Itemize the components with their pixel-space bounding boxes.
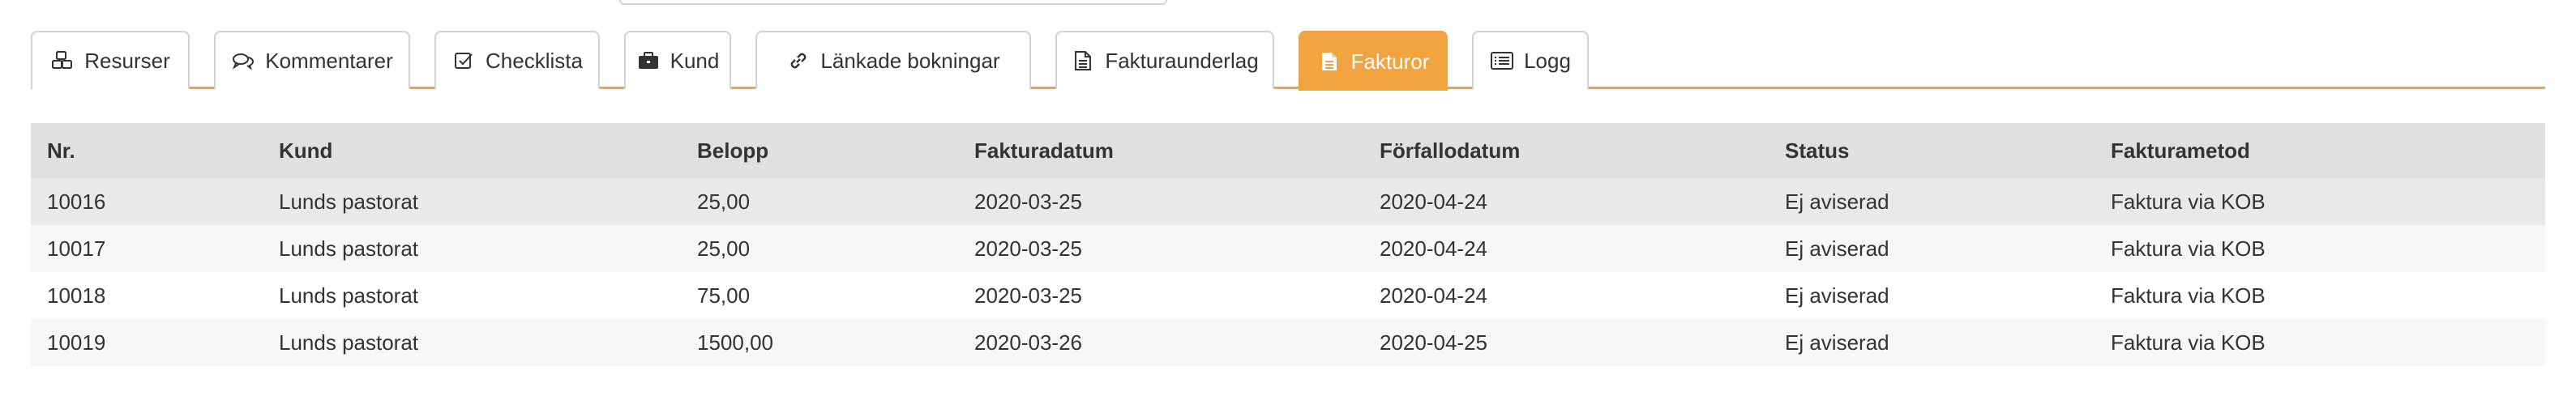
- checkbox-icon: [451, 49, 476, 73]
- cell-fakturametod: Faktura via KOB: [2111, 189, 2266, 214]
- cubes-icon: [50, 49, 75, 73]
- invoices-table: Nr. Kund Belopp Fakturadatum Förfallodat…: [31, 123, 2545, 366]
- list-icon: [1490, 49, 1514, 73]
- tab-label: Fakturaunderlag: [1105, 48, 1259, 73]
- tab-label: Fakturor: [1350, 49, 1430, 74]
- tab-kund[interactable]: Kund: [624, 31, 731, 89]
- document-filled-icon: [1317, 49, 1341, 74]
- tab-label: Kommentarer: [265, 48, 393, 73]
- cell-fakturadatum: 2020-03-25: [974, 236, 1082, 261]
- cell-kund: Lunds pastorat: [279, 189, 419, 214]
- column-header-nr[interactable]: Nr.: [47, 123, 75, 178]
- cell-fakturametod: Faktura via KOB: [2111, 283, 2266, 308]
- cell-kund: Lunds pastorat: [279, 236, 419, 261]
- document-icon: [1071, 49, 1095, 73]
- tab-lankade-bokningar[interactable]: Länkade bokningar: [755, 31, 1031, 89]
- table-row[interactable]: 10016 Lunds pastorat 25,00 2020-03-25 20…: [31, 178, 2545, 225]
- cell-nr: 10017: [47, 236, 106, 261]
- tab-label: Resurser: [84, 48, 170, 73]
- cell-fakturadatum: 2020-03-25: [974, 189, 1082, 214]
- cell-kund: Lunds pastorat: [279, 330, 419, 355]
- cell-status: Ej aviserad: [1785, 330, 1889, 355]
- column-header-kund[interactable]: Kund: [279, 123, 332, 178]
- cell-fakturametod: Faktura via KOB: [2111, 330, 2266, 355]
- column-header-status[interactable]: Status: [1785, 123, 1849, 178]
- comments-icon: [231, 49, 255, 73]
- cell-forfallodatum: 2020-04-24: [1380, 189, 1487, 214]
- cell-forfallodatum: 2020-04-25: [1380, 330, 1487, 355]
- tab-label: Länkade bokningar: [820, 48, 1000, 73]
- cell-nr: 10019: [47, 330, 106, 355]
- cell-forfallodatum: 2020-04-24: [1380, 283, 1487, 308]
- column-header-forfallodatum[interactable]: Förfallodatum: [1380, 123, 1520, 178]
- tab-fakturor[interactable]: Fakturor: [1299, 31, 1448, 91]
- table-row[interactable]: 10017 Lunds pastorat 25,00 2020-03-25 20…: [31, 225, 2545, 272]
- table-row[interactable]: 10019 Lunds pastorat 1500,00 2020-03-26 …: [31, 319, 2545, 366]
- cell-belopp: 75,00: [697, 283, 751, 308]
- link-icon: [786, 49, 811, 73]
- cell-kund: Lunds pastorat: [279, 283, 419, 308]
- column-header-fakturametod[interactable]: Fakturametod: [2111, 123, 2250, 178]
- cell-forfallodatum: 2020-04-24: [1380, 236, 1487, 261]
- cell-nr: 10018: [47, 283, 106, 308]
- table-row[interactable]: 10018 Lunds pastorat 75,00 2020-03-25 20…: [31, 272, 2545, 319]
- tab-resurser[interactable]: Resurser: [31, 31, 190, 89]
- tab-label: Checklista: [486, 48, 583, 73]
- briefcase-icon: [636, 49, 661, 73]
- cell-belopp: 1500,00: [697, 330, 773, 355]
- tab-bar: Resurser Kommentarer Checklista Kund Län…: [31, 31, 2545, 91]
- tab-logg[interactable]: Logg: [1472, 31, 1589, 89]
- cell-nr: 10016: [47, 189, 106, 214]
- cell-fakturadatum: 2020-03-26: [974, 330, 1082, 355]
- tab-fakturaunderlag[interactable]: Fakturaunderlag: [1055, 31, 1274, 89]
- cell-belopp: 25,00: [697, 189, 751, 214]
- cell-status: Ej aviserad: [1785, 236, 1889, 261]
- cell-fakturadatum: 2020-03-25: [974, 283, 1082, 308]
- tab-checklista[interactable]: Checklista: [434, 31, 600, 89]
- table-header-row: Nr. Kund Belopp Fakturadatum Förfallodat…: [31, 123, 2545, 178]
- column-header-fakturadatum[interactable]: Fakturadatum: [974, 123, 1114, 178]
- cell-status: Ej aviserad: [1785, 283, 1889, 308]
- dropdown-bottom-edge: [619, 0, 1167, 5]
- tab-label: Logg: [1524, 48, 1571, 73]
- cell-status: Ej aviserad: [1785, 189, 1889, 214]
- cell-belopp: 25,00: [697, 236, 751, 261]
- column-header-belopp[interactable]: Belopp: [697, 123, 768, 178]
- tab-kommentarer[interactable]: Kommentarer: [214, 31, 410, 89]
- tab-label: Kund: [670, 48, 720, 73]
- cell-fakturametod: Faktura via KOB: [2111, 236, 2266, 261]
